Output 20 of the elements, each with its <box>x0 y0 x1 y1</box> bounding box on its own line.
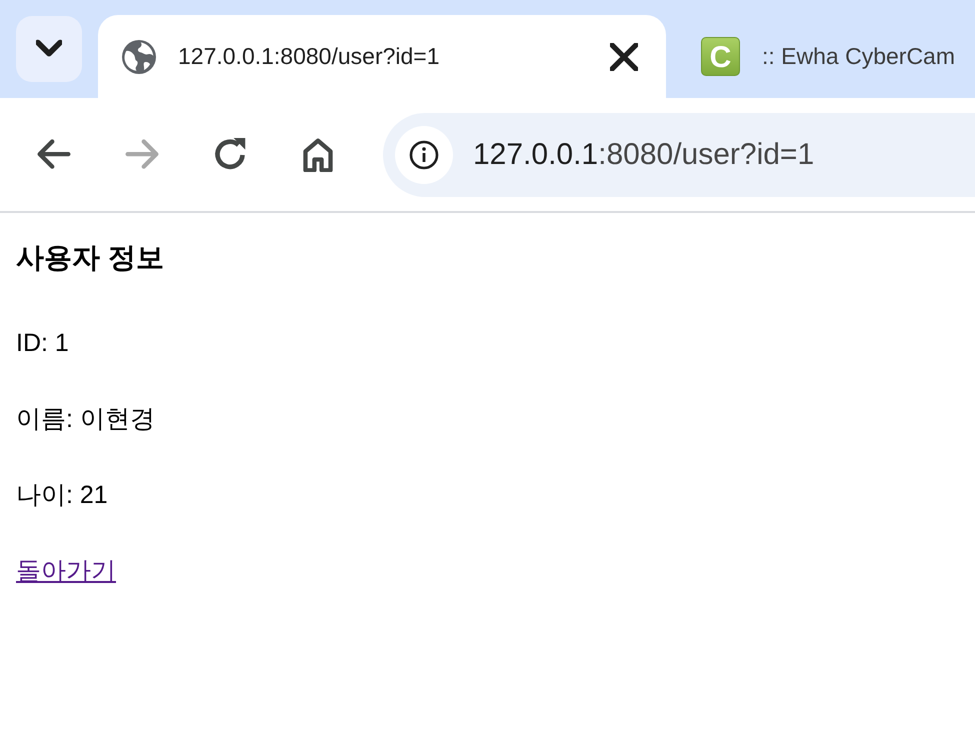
info-text: 이름: 이현경 <box>16 404 156 435</box>
tab-list-button[interactable] <box>16 16 82 82</box>
reload-icon <box>213 138 247 172</box>
tab-title: :: Ewha CyberCam <box>762 42 956 72</box>
close-icon <box>610 42 638 70</box>
forward-arrow-icon <box>125 138 159 172</box>
tab-title: 127.0.0.1:8080/user?id=1 <box>178 42 440 72</box>
back-link[interactable]: 돌아가기 <box>16 553 116 589</box>
home-icon <box>301 138 335 172</box>
address-bar[interactable]: 127.0.0.1:8080/user?id=1 <box>383 112 975 196</box>
back-arrow-icon <box>37 138 71 172</box>
globe-icon <box>122 40 156 74</box>
url-text: 127.0.0.1:8080/user?id=1 <box>473 137 814 173</box>
info-text: ID: 1 <box>16 328 70 359</box>
page-heading: 사용자 정보 <box>16 241 165 275</box>
info-icon[interactable] <box>395 126 453 184</box>
info-text: 나이: 21 <box>16 480 109 511</box>
browser-tab[interactable]: C :: Ewha CyberCam <box>666 15 956 98</box>
site-logo: C <box>701 37 740 76</box>
browser-tab[interactable]: 127.0.0.1:8080/user?id=1 <box>98 15 666 98</box>
